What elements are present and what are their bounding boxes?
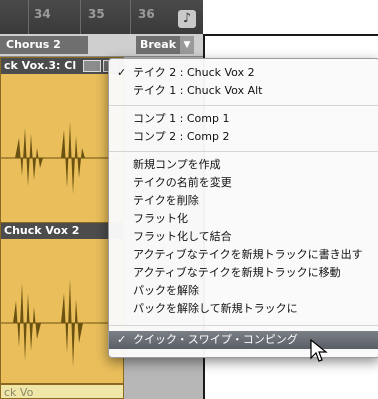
marker-track: Chorus 2 Break ▼: [0, 34, 203, 57]
menu-item-comp-2[interactable]: コンプ 2 : Comp 2: [109, 128, 378, 146]
region-label: ck Vo: [4, 386, 34, 399]
menu-item-comp-1[interactable]: コンプ 1 : Comp 1: [109, 110, 378, 128]
menu-item-export-take[interactable]: アクティブなテイクを新規トラックに書き出す: [109, 246, 378, 264]
menu-separator: [109, 105, 378, 106]
arrow-cursor-icon: [310, 339, 328, 362]
waveform: [1, 122, 123, 194]
menu-item-take-2[interactable]: ✓ テイク 2 : Chuck Vox 2: [109, 64, 378, 82]
region-label: Chuck Vox 2: [4, 224, 80, 237]
menu-item-label: パックを解除して新規トラックに: [133, 302, 298, 315]
menu-item-new-comp[interactable]: 新規コンプを作成: [109, 156, 378, 174]
menu-item-label: アクティブなテイクを新規トラックに書き出す: [133, 248, 363, 261]
region-label: ck Vox.3: Cl: [4, 59, 77, 72]
bar-number: 35: [88, 7, 105, 21]
region-header: ck Vo: [1, 385, 123, 399]
menu-item-move-take[interactable]: アクティブなテイクを新規トラックに移動: [109, 264, 378, 282]
waveform: [1, 279, 123, 367]
menu-item-label: コンプ 1 : Comp 1: [133, 112, 230, 125]
menu-item-rename-take[interactable]: テイクの名前を変更: [109, 174, 378, 192]
menu-item-label: テイク 2 : Chuck Vox 2: [133, 66, 255, 79]
menu-item-delete-take[interactable]: テイクを削除: [109, 192, 378, 210]
region-header: Chuck Vox 2: [1, 223, 123, 239]
menu-item-quick-swipe-comping[interactable]: ✓ クイック・スワイプ・コンピング: [109, 331, 378, 349]
menu-item-label: クイック・スワイプ・コンピング: [133, 333, 298, 346]
menu-item-label: フラット化: [133, 212, 188, 225]
ruler-tick: [28, 0, 29, 34]
bar-number: 36: [138, 7, 155, 21]
menu-item-flatten[interactable]: フラット化: [109, 210, 378, 228]
menu-separator: [109, 151, 378, 152]
menu-item-label: テイクの名前を変更: [133, 176, 232, 189]
menu-item-label: アクティブなテイクを新規トラックに移動: [133, 266, 341, 279]
bar-ruler[interactable]: 34 35 36 ♪: [0, 0, 203, 35]
menu-item-unpack[interactable]: パックを解除: [109, 282, 378, 300]
takefolder-icon[interactable]: [83, 60, 101, 72]
ruler-tick: [80, 0, 81, 34]
note-icon[interactable]: ♪: [178, 10, 196, 28]
divider-line: [203, 34, 378, 36]
menu-item-label: フラット化して結合: [133, 230, 232, 243]
menu-item-label: パックを解除: [133, 284, 199, 297]
menu-item-flatten-merge[interactable]: フラット化して結合: [109, 228, 378, 246]
menu-item-label: テイクを削除: [133, 194, 199, 207]
checkmark-icon: ✓: [117, 66, 127, 79]
ruler-tick: [130, 0, 131, 34]
marker-chorus[interactable]: Chorus 2: [0, 36, 88, 54]
take-region-bottom[interactable]: ck Vo: [0, 384, 124, 399]
screen: 34 35 36 ♪ Chorus 2 Break ▼ ck Vox.3: Cl: [0, 0, 378, 399]
menu-item-label: コンプ 2 : Comp 2: [133, 130, 230, 143]
menu-item-label: テイク 1 : Chuck Vox Alt: [133, 84, 263, 97]
marker-break[interactable]: Break: [136, 36, 180, 54]
chevron-down-icon[interactable]: ▼: [180, 36, 194, 54]
menu-item-unpack-new-tracks[interactable]: パックを解除して新規トラックに: [109, 300, 378, 318]
menu-separator: [109, 325, 378, 326]
checkmark-icon: ✓: [117, 333, 127, 346]
take-region-middle[interactable]: Chuck Vox 2: [0, 222, 124, 384]
menu-item-take-1[interactable]: テイク 1 : Chuck Vox Alt: [109, 82, 378, 100]
menu-item-label: 新規コンプを作成: [133, 158, 221, 171]
take-region-top[interactable]: ck Vox.3: Cl: [0, 57, 124, 225]
takefolder-context-menu: ✓ テイク 2 : Chuck Vox 2 テイク 1 : Chuck Vox …: [108, 58, 378, 358]
bar-number: 34: [34, 7, 51, 21]
